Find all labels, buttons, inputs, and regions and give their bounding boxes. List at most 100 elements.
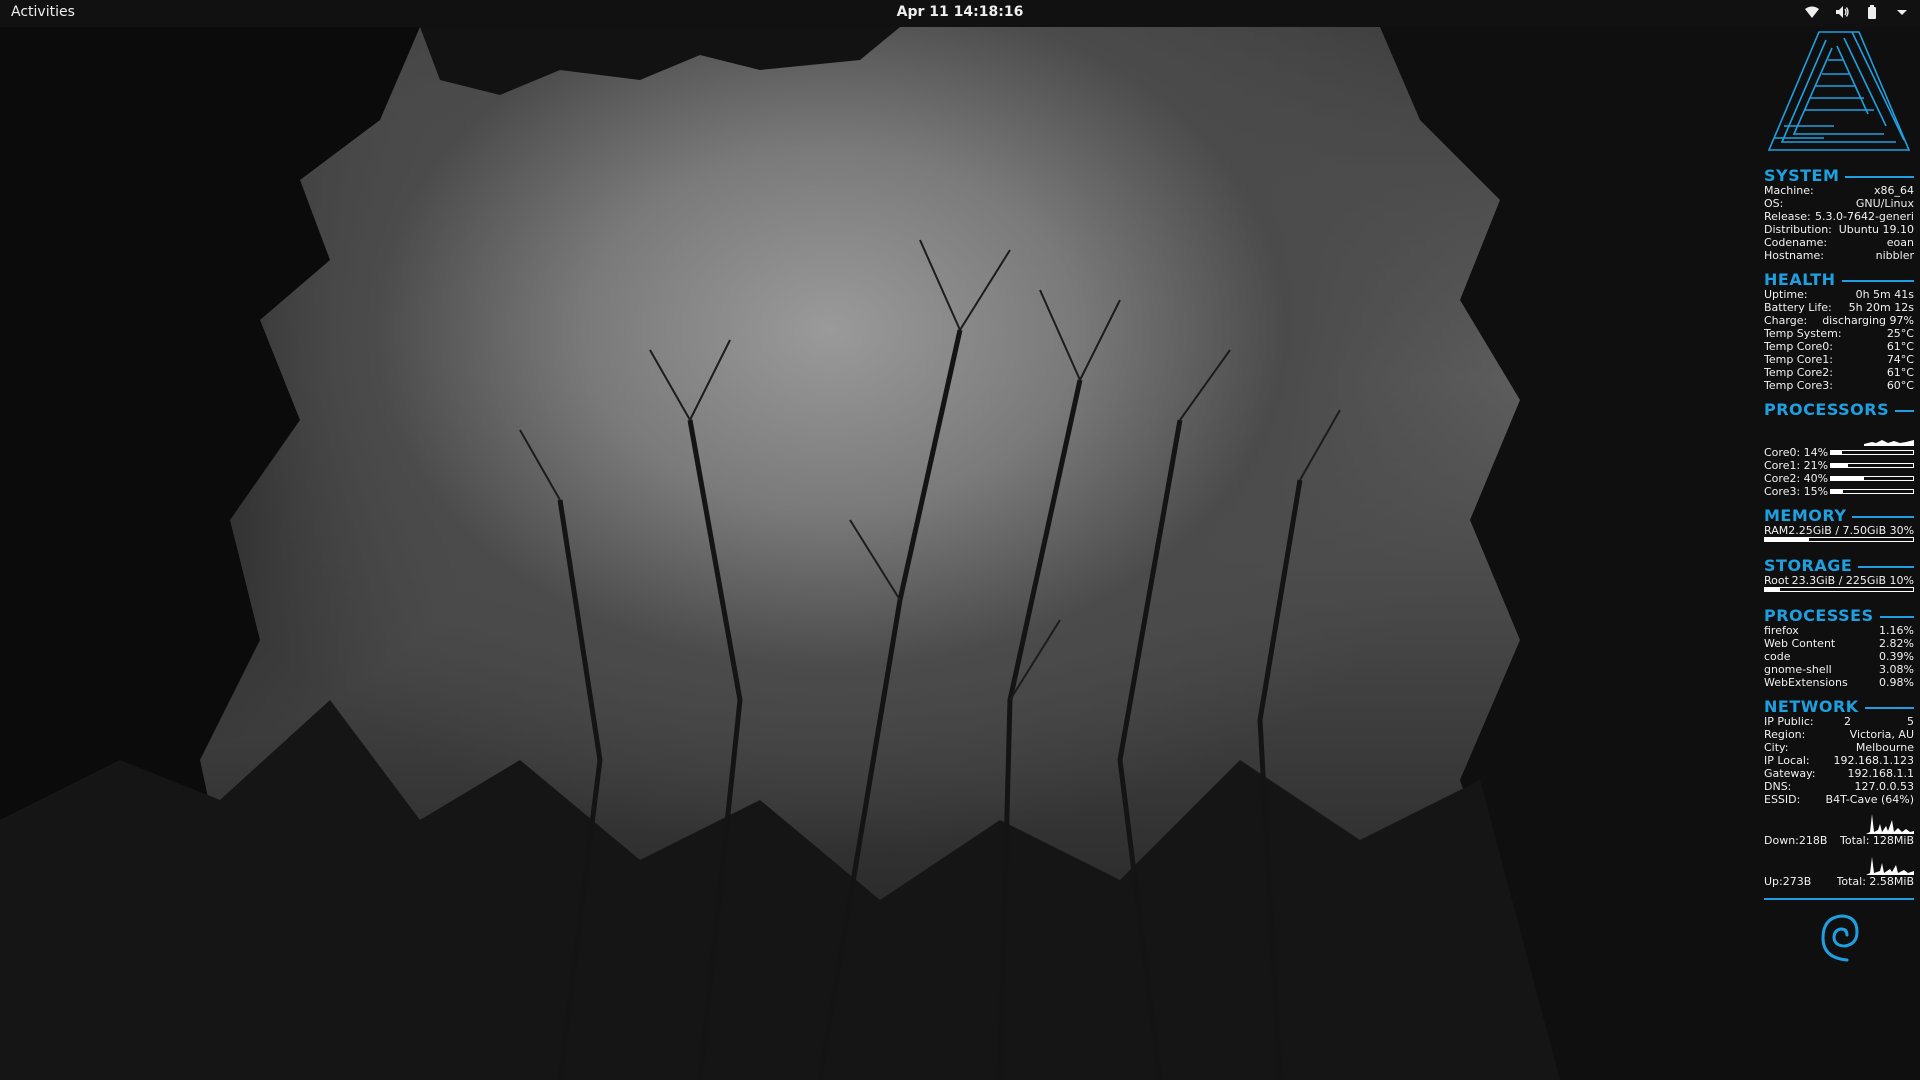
process-cpu: 1.16% [1879,624,1914,637]
row-key: Distribution: [1764,223,1832,236]
row-key: Temp Core0: [1764,340,1833,353]
row-value: 5h 20m 12s [1848,301,1914,314]
section-divider [1852,515,1914,518]
section-divider [1841,279,1914,282]
core-usage-bar [1830,450,1914,455]
health-row-battery-life: Battery Life: 5h 20m 12s [1764,301,1914,314]
health-row-uptime: Uptime: 0h 5m 41s [1764,288,1914,301]
storage-title: STORAGE [1764,555,1853,575]
clock-button[interactable]: Apr 11 14:18:16 [897,4,1024,20]
system-row-distribution: Distribution: Ubuntu 19.10 [1764,223,1914,236]
row-value: 192.168.1.123 [1833,754,1914,767]
memory-usage-bar [1764,537,1914,542]
row-key: Temp Core2: [1764,366,1833,379]
cpu-graph [1764,418,1914,446]
bar-fill [1831,477,1864,480]
row-value: eoan [1886,236,1914,249]
health-row-temp-core0: Temp Core0: 61°C [1764,340,1914,353]
row-value: GNU/Linux [1855,197,1914,210]
process-cpu: 3.08% [1879,663,1914,676]
core-usage-bar [1830,476,1914,481]
row-key: Temp Core3: [1764,379,1833,392]
process-cpu: 0.98% [1879,676,1914,689]
row-key: Root [1764,574,1789,587]
core-label: Core3: 15% [1764,485,1829,498]
process-name: gnome-shell [1764,663,1832,676]
process-name: Web Content [1764,637,1836,650]
storage-usage-bar [1764,587,1914,592]
section-divider [1845,175,1914,178]
system-row-codename: Codename: eoan [1764,236,1914,249]
download-graph [1764,806,1914,834]
upload-speed: Up:273B [1764,875,1812,888]
upload-total: Total: 2.58MiB [1836,875,1914,888]
row-key: Temp Core1: [1764,353,1833,366]
download-speed: Down:218B [1764,834,1828,847]
system-row-hostname: Hostname: nibbler [1764,249,1914,262]
wifi-icon[interactable] [1804,4,1820,20]
row-value: x86_64 [1873,184,1914,197]
row-value: 61°C [1886,366,1914,379]
bar-fill [1765,538,1810,541]
battery-icon[interactable] [1864,4,1880,20]
health-title: HEALTH [1764,269,1836,289]
process-cpu: 0.39% [1879,650,1914,663]
row-value: 23.3GiB / 225GiB 10% [1791,574,1914,587]
bar-fill [1831,490,1844,493]
process-row: code 0.39% [1764,650,1914,663]
row-key: IP Local: [1764,754,1810,767]
system-row-machine: Machine: x86_64 [1764,184,1914,197]
processors-title: PROCESSORS [1764,399,1890,419]
chevron-down-icon[interactable] [1894,4,1910,20]
network-section: NETWORK IP Public: 2 5 Region: Victoria, A… [1764,697,1914,888]
health-section: HEALTH Uptime: 0h 5m 41s Battery Life: 5h … [1764,270,1914,392]
top-bar: Activities Apr 11 14:18:16 [0,0,1920,27]
section-divider [1879,615,1914,618]
system-title: SYSTEM [1764,165,1840,185]
row-value: 0h 5m 41s [1855,288,1914,301]
row-key: Region: [1764,728,1806,741]
health-row-temp-system: Temp System: 25°C [1764,327,1914,340]
process-row: Web Content 2.82% [1764,637,1914,650]
processes-section: PROCESSES firefox 1.16% Web Content 2.82% … [1764,606,1914,689]
network-row-dns: DNS: 127.0.0.53 [1764,780,1914,793]
core-label: Core1: 21% [1764,459,1829,472]
row-value: 25°C [1886,327,1914,340]
system-row-release: Release: 5.3.0-7642-generi [1764,210,1914,223]
row-value: 5.3.0-7642-generi [1815,210,1914,223]
bar-fill [1831,451,1843,454]
processes-title: PROCESSES [1764,605,1874,625]
upload-row: Up:273B Total: 2.58MiB [1764,875,1914,888]
section-divider [1864,706,1914,709]
core-label: Core2: 40% [1764,472,1829,485]
health-row-temp-core3: Temp Core3: 60°C [1764,379,1914,392]
volume-icon[interactable] [1834,4,1850,20]
desktop-wallpaper [0,0,1920,1080]
row-key: Uptime: [1764,288,1808,301]
footer-divider [1764,898,1914,900]
row-key: OS: [1764,197,1784,210]
row-value: Ubuntu 19.10 [1838,223,1914,236]
core-row: Core2: 40% [1764,472,1914,485]
core-usage-bar [1830,489,1914,494]
memory-section: MEMORY RAM 2.25GiB / 7.50GiB 30% [1764,506,1914,542]
network-row-ip-public: IP Public: 2 5 [1764,715,1914,728]
activities-button[interactable]: Activities [11,4,75,20]
row-value: discharging 97% [1822,314,1914,327]
processors-section: PROCESSORS Core0: 14% Core1: 21% Core2: … [1764,400,1914,498]
storage-section: STORAGE Root 23.3GiB / 225GiB 10% [1764,556,1914,592]
health-row-charge: Charge: discharging 97% [1764,314,1914,327]
row-value: 192.168.1.1 [1847,767,1914,780]
bar-fill [1831,464,1849,467]
network-row-city: City: Melbourne [1764,741,1914,754]
row-value: 60°C [1886,379,1914,392]
row-key: Codename: [1764,236,1828,249]
network-row-essid: ESSID: B4T-Cave (64%) [1764,793,1914,806]
process-cpu: 2.82% [1879,637,1914,650]
bar-fill [1765,588,1780,591]
process-name: code [1764,650,1791,663]
core-row: Core3: 15% [1764,485,1914,498]
section-divider [1895,409,1914,412]
row-value: B4T-Cave (64%) [1825,793,1914,806]
row-value: Melbourne [1855,741,1914,754]
